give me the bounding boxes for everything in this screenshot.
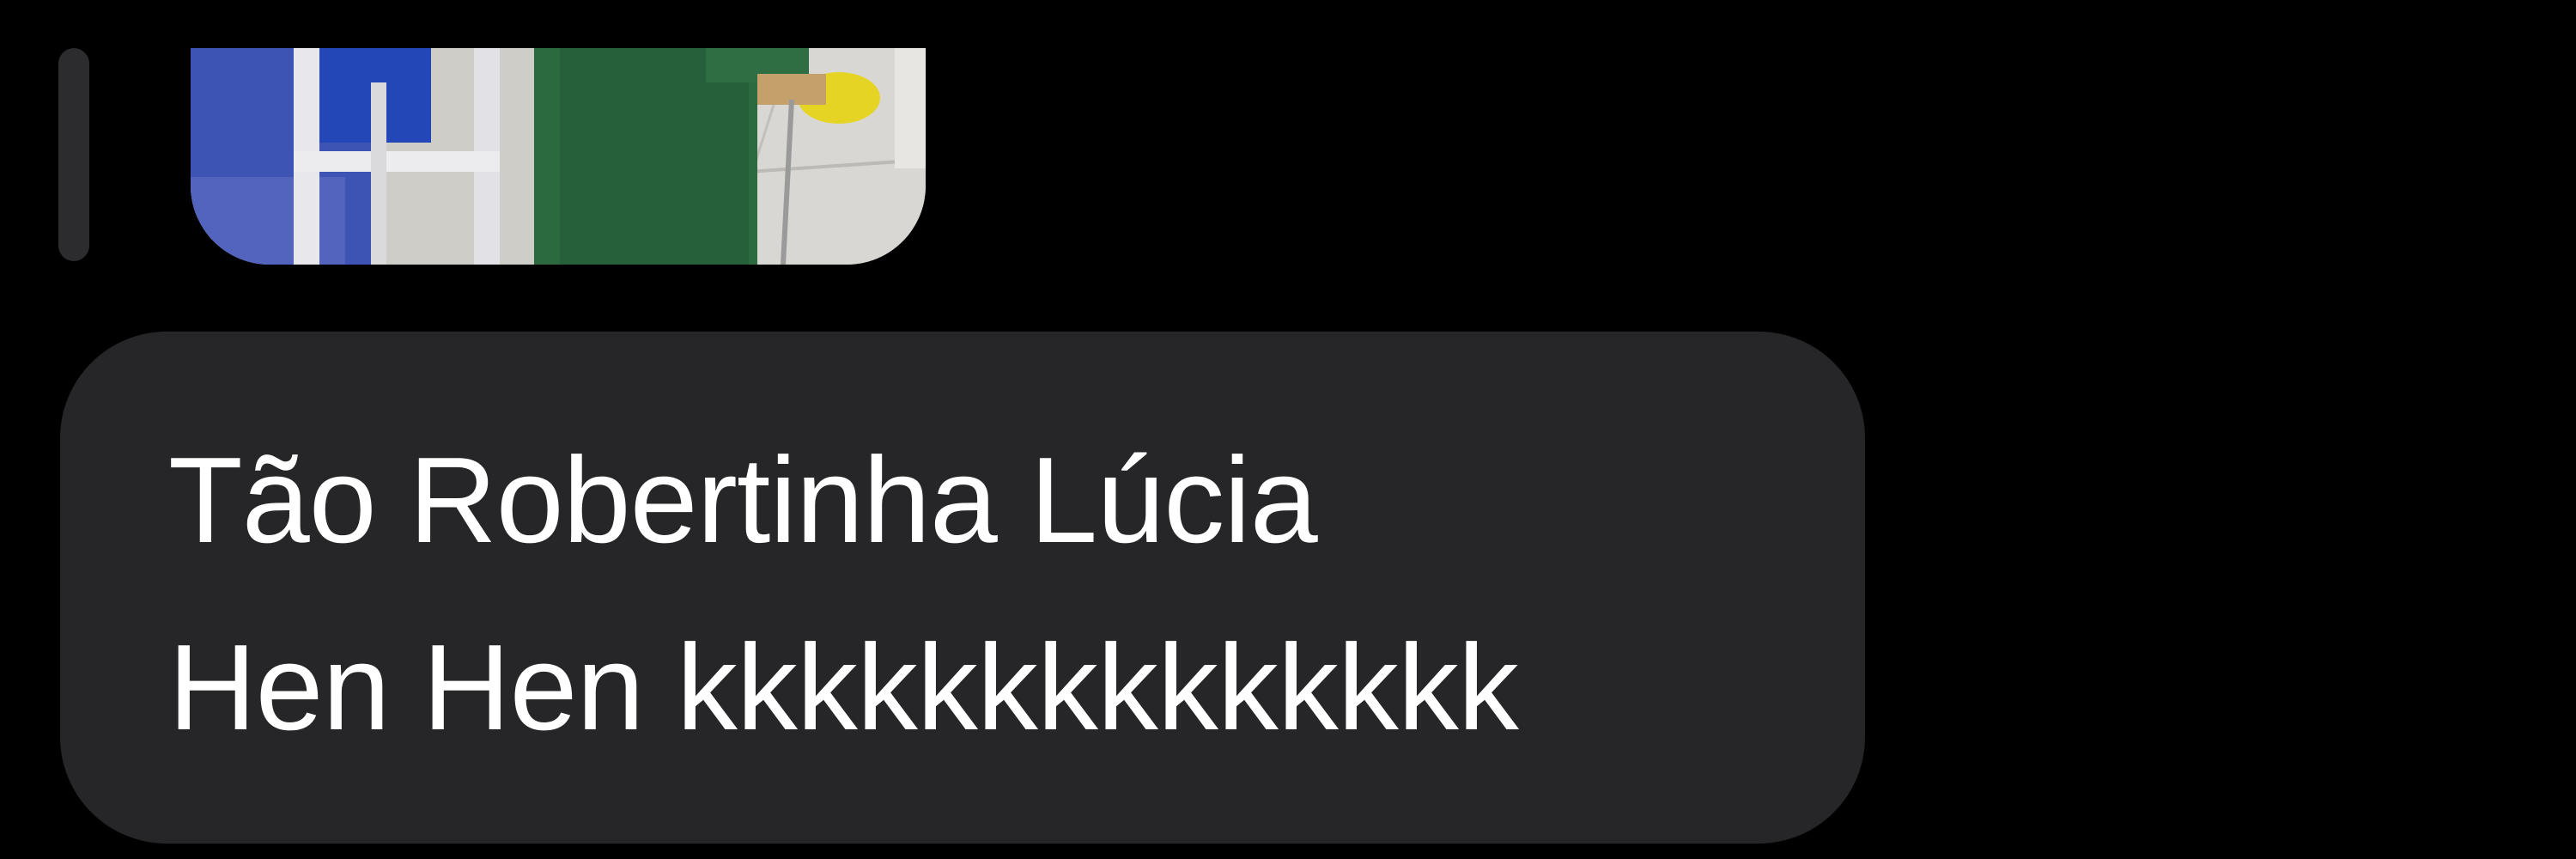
reply-indicator-bar <box>58 48 89 261</box>
chat-view: Tão Robertinha Lúcia Hen Hen kkkkkkkkkkk… <box>0 0 2576 859</box>
message-bubble[interactable] <box>60 332 1865 844</box>
message-text-line-1: Tão Robertinha Lúcia <box>168 432 1318 569</box>
message-text-line-2: Hen Hen kkkkkkkkkkkkkk <box>168 619 1519 756</box>
photo-thumbnail-icon <box>191 48 926 265</box>
image-message[interactable] <box>191 48 926 265</box>
